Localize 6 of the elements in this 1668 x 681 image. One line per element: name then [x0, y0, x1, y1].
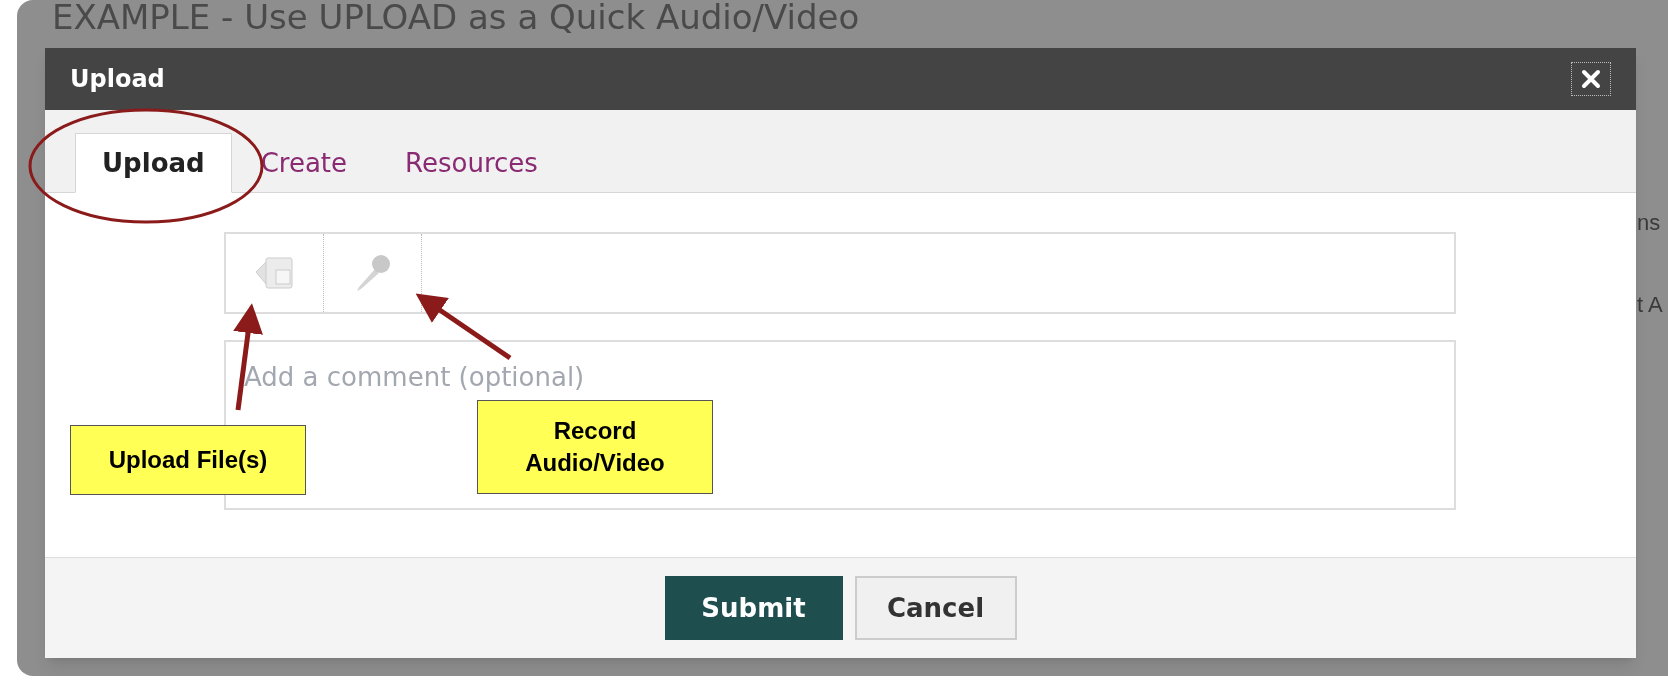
page-heading: EXAMPLE - Use UPLOAD as a Quick Audio/Video — [52, 0, 860, 38]
page-text: t A — [1637, 291, 1663, 319]
callout-label: Record Audio/Video — [477, 400, 713, 494]
page-text: ns — [1637, 209, 1662, 237]
callout-label: Upload File(s) — [70, 425, 306, 495]
dialog-title: Upload — [70, 64, 165, 95]
